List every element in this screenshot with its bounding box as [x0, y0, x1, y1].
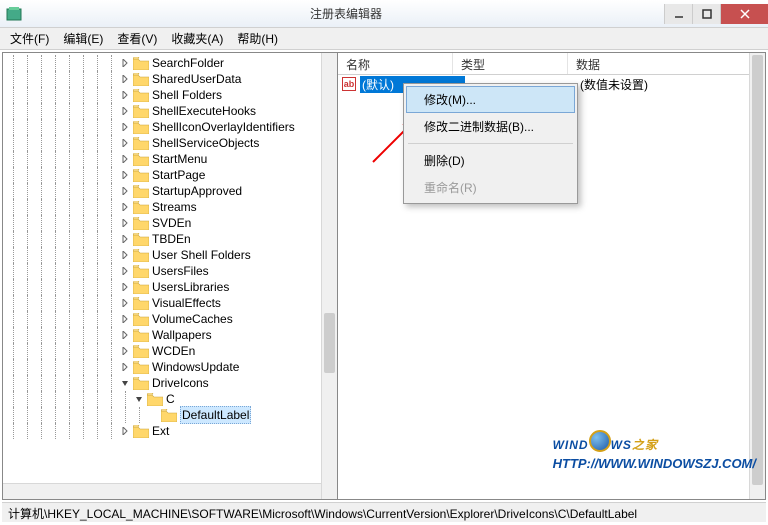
tree-node[interactable]: UsersFiles	[7, 263, 337, 279]
tree-node-label: ShellServiceObjects	[152, 135, 259, 151]
tree-node-label: VisualEffects	[152, 295, 221, 311]
tree-node[interactable]: SearchFolder	[7, 55, 337, 71]
menubar: 文件(F) 编辑(E) 查看(V) 收藏夹(A) 帮助(H)	[0, 28, 768, 50]
tree-node[interactable]: SVDEn	[7, 215, 337, 231]
tree-node-label: Streams	[152, 199, 197, 215]
close-button[interactable]	[720, 4, 768, 24]
tree-node[interactable]: WindowsUpdate	[7, 359, 337, 375]
window-title: 注册表编辑器	[28, 5, 664, 22]
context-menu: 修改(M)... 修改二进制数据(B)... 删除(D) 重命名(R)	[403, 83, 578, 204]
string-value-icon: ab	[342, 77, 356, 91]
tree-node-label: SVDEn	[152, 215, 191, 231]
tree-node-label: StartupApproved	[152, 183, 242, 199]
tree-node[interactable]: Ext	[7, 423, 337, 439]
list-header: 名称 类型 数据	[338, 53, 765, 75]
context-delete[interactable]: 删除(D)	[406, 147, 575, 174]
tree-node-label: User Shell Folders	[152, 247, 251, 263]
tree-node-label: DriveIcons	[152, 375, 209, 391]
app-icon	[6, 6, 22, 22]
tree-node-label: TBDEn	[152, 231, 191, 247]
tree-node-label: UsersLibraries	[152, 279, 229, 295]
menu-file[interactable]: 文件(F)	[4, 28, 55, 49]
tree-node[interactable]: ShellServiceObjects	[7, 135, 337, 151]
column-type[interactable]: 类型	[453, 53, 568, 74]
tree-node-label: DefaultLabel	[180, 406, 251, 424]
tree-pane: SearchFolderSharedUserDataShell FoldersS…	[3, 53, 338, 499]
context-rename: 重命名(R)	[406, 174, 575, 201]
tree-node[interactable]: Streams	[7, 199, 337, 215]
list-vscrollbar[interactable]	[749, 53, 765, 499]
statusbar-path: 计算机\HKEY_LOCAL_MACHINE\SOFTWARE\Microsof…	[8, 507, 637, 521]
tree-node[interactable]: DriveIcons	[7, 375, 337, 391]
client-area: SearchFolderSharedUserDataShell FoldersS…	[2, 52, 766, 500]
tree-node-label: Shell Folders	[152, 87, 222, 103]
tree-node-label: WindowsUpdate	[152, 359, 239, 375]
context-modify[interactable]: 修改(M)...	[406, 86, 575, 113]
tree-node-label: UsersFiles	[152, 263, 209, 279]
tree-node[interactable]: VolumeCaches	[7, 311, 337, 327]
tree-node[interactable]: DefaultLabel	[7, 407, 337, 423]
tree-node[interactable]: Shell Folders	[7, 87, 337, 103]
tree-node[interactable]: ShellIconOverlayIdentifiers	[7, 119, 337, 135]
maximize-button[interactable]	[692, 4, 720, 24]
window-buttons	[664, 4, 768, 24]
titlebar: 注册表编辑器	[0, 0, 768, 28]
tree-node[interactable]: WCDEn	[7, 343, 337, 359]
menu-help[interactable]: 帮助(H)	[231, 28, 284, 49]
tree-node[interactable]: User Shell Folders	[7, 247, 337, 263]
tree-hscrollbar[interactable]	[3, 483, 321, 499]
tree-node-label: Wallpapers	[152, 327, 212, 343]
tree-vscrollbar[interactable]	[321, 53, 337, 499]
tree-node[interactable]: TBDEn	[7, 231, 337, 247]
column-name[interactable]: 名称	[338, 53, 453, 74]
column-data[interactable]: 数据	[568, 53, 765, 74]
menu-favorites[interactable]: 收藏夹(A)	[165, 28, 229, 49]
tree-node-label: StartPage	[152, 167, 205, 183]
tree-node-label: C	[166, 391, 175, 407]
tree-node[interactable]: StartMenu	[7, 151, 337, 167]
registry-tree[interactable]: SearchFolderSharedUserDataShell FoldersS…	[3, 53, 337, 441]
tree-node[interactable]: StartupApproved	[7, 183, 337, 199]
statusbar: 计算机\HKEY_LOCAL_MACHINE\SOFTWARE\Microsof…	[2, 502, 766, 522]
menu-view[interactable]: 查看(V)	[111, 28, 163, 49]
tree-node-label: StartMenu	[152, 151, 207, 167]
context-modify-binary[interactable]: 修改二进制数据(B)...	[406, 113, 575, 140]
minimize-button[interactable]	[664, 4, 692, 24]
tree-node[interactable]: VisualEffects	[7, 295, 337, 311]
tree-node[interactable]: C	[7, 391, 337, 407]
tree-node-label: Ext	[152, 423, 169, 439]
tree-node-label: ShellExecuteHooks	[152, 103, 256, 119]
tree-node[interactable]: ShellExecuteHooks	[7, 103, 337, 119]
tree-node-label: VolumeCaches	[152, 311, 233, 327]
tree-node-label: WCDEn	[152, 343, 195, 359]
context-separator	[408, 143, 573, 144]
tree-node[interactable]: SharedUserData	[7, 71, 337, 87]
tree-node[interactable]: Wallpapers	[7, 327, 337, 343]
tree-node-label: ShellIconOverlayIdentifiers	[152, 119, 295, 135]
menu-edit[interactable]: 编辑(E)	[57, 28, 109, 49]
tree-node[interactable]: UsersLibraries	[7, 279, 337, 295]
tree-node[interactable]: StartPage	[7, 167, 337, 183]
tree-node-label: SearchFolder	[152, 55, 224, 71]
tree-node-label: SharedUserData	[152, 71, 241, 87]
value-data: (数值未设置)	[580, 76, 761, 93]
